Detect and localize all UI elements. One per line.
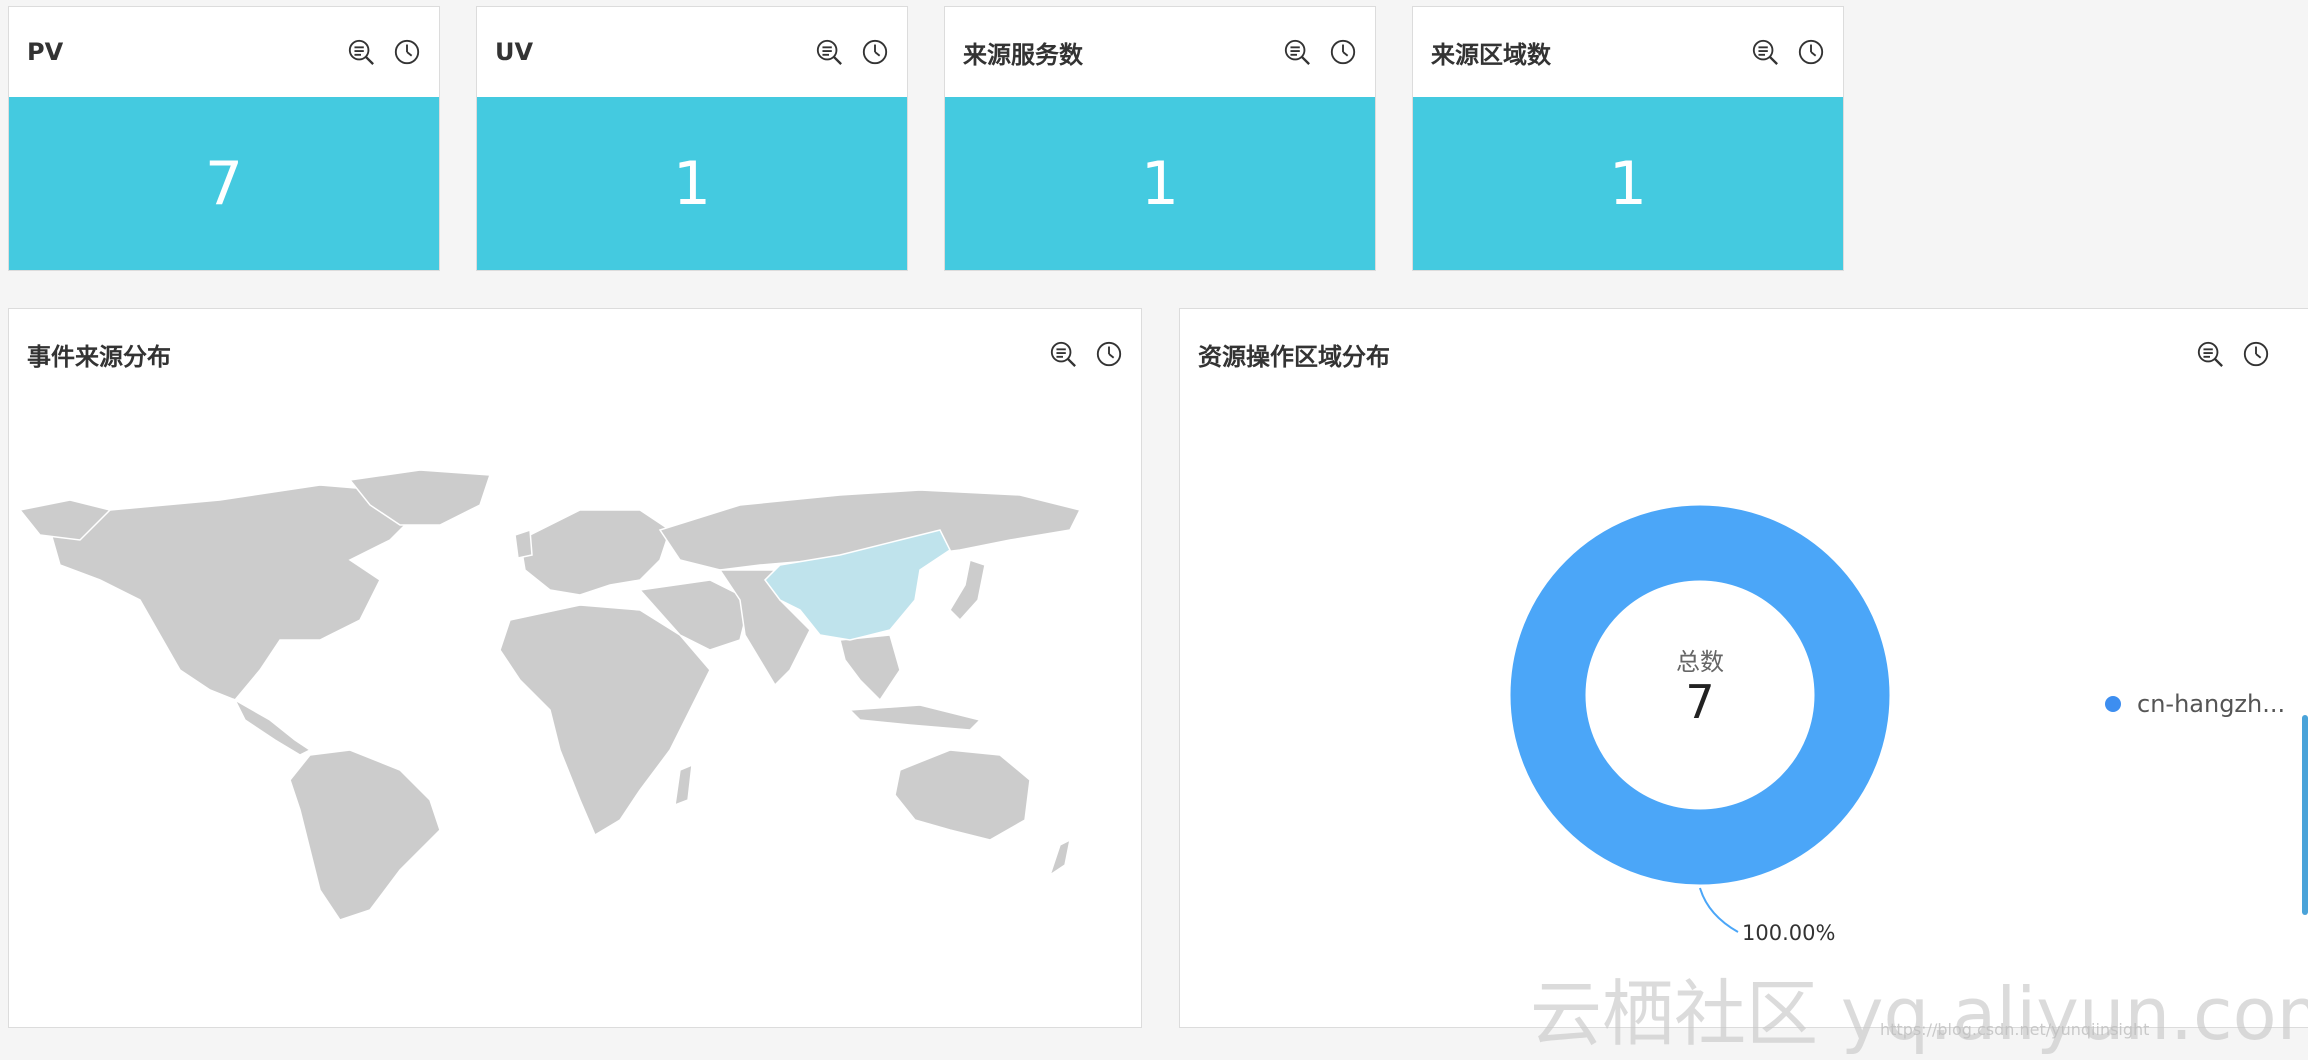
watermark-large: 云栖社区 yq.aliyun.com xyxy=(1530,972,2308,1056)
panel-title: 资源操作区域分布 xyxy=(1198,342,1390,371)
list-search-icon[interactable] xyxy=(347,38,375,66)
clock-icon[interactable] xyxy=(2242,340,2270,368)
list-search-icon[interactable] xyxy=(2196,340,2224,368)
metric-fill: 1 xyxy=(945,97,1375,270)
donut-chart: 总数 7 100.00% xyxy=(1510,505,1890,945)
clock-icon[interactable] xyxy=(1797,38,1825,66)
metric-card-source-regions: 来源区域数 1 xyxy=(1412,6,1844,271)
donut-legend: cn-hangzh... xyxy=(2105,690,2285,718)
clock-icon[interactable] xyxy=(1329,38,1357,66)
slice-percent-label: 100.00% xyxy=(1742,921,1835,945)
card-title: UV xyxy=(495,38,534,66)
map-region-indonesia xyxy=(848,704,982,731)
map-region-new-zealand xyxy=(1048,838,1072,877)
scrollbar-fragment[interactable] xyxy=(2302,715,2308,915)
watermark-small: https://blog.csdn.net/yunqiinsight xyxy=(1880,1020,2150,1039)
metric-card-uv: UV 1 xyxy=(476,6,908,271)
list-search-icon[interactable] xyxy=(815,38,843,66)
card-tools xyxy=(1283,38,1357,66)
card-header: 来源服务数 xyxy=(945,7,1375,97)
card-tools xyxy=(1751,38,1825,66)
map-region-australia xyxy=(894,749,1031,841)
donut-center-value: 7 xyxy=(1685,675,1714,729)
map-region-europe xyxy=(519,509,671,596)
card-title: 来源区域数 xyxy=(1431,40,1551,69)
donut-center-label: 总数 xyxy=(1676,648,1724,676)
card-tools xyxy=(347,38,421,66)
map-region-japan xyxy=(949,559,986,622)
card-tools xyxy=(815,38,889,66)
metric-value: 7 xyxy=(204,148,244,219)
panel-header: 资源操作区域分布 xyxy=(1180,309,2308,399)
legend-dot xyxy=(2105,696,2121,712)
panel-title: 事件来源分布 xyxy=(27,342,171,371)
clock-icon[interactable] xyxy=(861,38,889,66)
clock-icon[interactable] xyxy=(393,38,421,66)
panel-header: 事件来源分布 xyxy=(9,309,1141,399)
clock-icon[interactable] xyxy=(1095,340,1123,368)
card-tools xyxy=(1049,340,1123,368)
map-region-madagascar xyxy=(674,763,693,807)
metric-value: 1 xyxy=(672,148,712,219)
legend-label[interactable]: cn-hangzh... xyxy=(2137,690,2285,718)
metric-card-source-services: 来源服务数 1 xyxy=(944,6,1376,271)
card-header: 来源区域数 xyxy=(1413,7,1843,97)
map-region-north-america xyxy=(49,484,422,701)
metric-fill: 1 xyxy=(477,97,907,270)
slice-leader-line xyxy=(1699,887,1739,933)
metric-card-pv: PV 7 xyxy=(8,6,440,271)
list-search-icon[interactable] xyxy=(1751,38,1779,66)
card-title: PV xyxy=(27,38,64,66)
metric-value: 1 xyxy=(1608,148,1648,219)
map-region-southeast-asia xyxy=(839,634,901,702)
map-region-south-america xyxy=(289,749,441,920)
metric-fill: 1 xyxy=(1413,97,1843,270)
card-header: PV xyxy=(9,7,439,97)
list-search-icon[interactable] xyxy=(1283,38,1311,66)
metric-value: 1 xyxy=(1140,148,1180,219)
card-title: 来源服务数 xyxy=(963,40,1083,69)
world-map xyxy=(20,470,1082,920)
list-search-icon[interactable] xyxy=(1049,340,1077,368)
card-tools xyxy=(2196,340,2270,368)
map-region-uk xyxy=(514,528,533,559)
card-header: UV xyxy=(477,7,907,97)
map-region-central-america xyxy=(233,698,312,756)
metric-fill: 7 xyxy=(9,97,439,270)
